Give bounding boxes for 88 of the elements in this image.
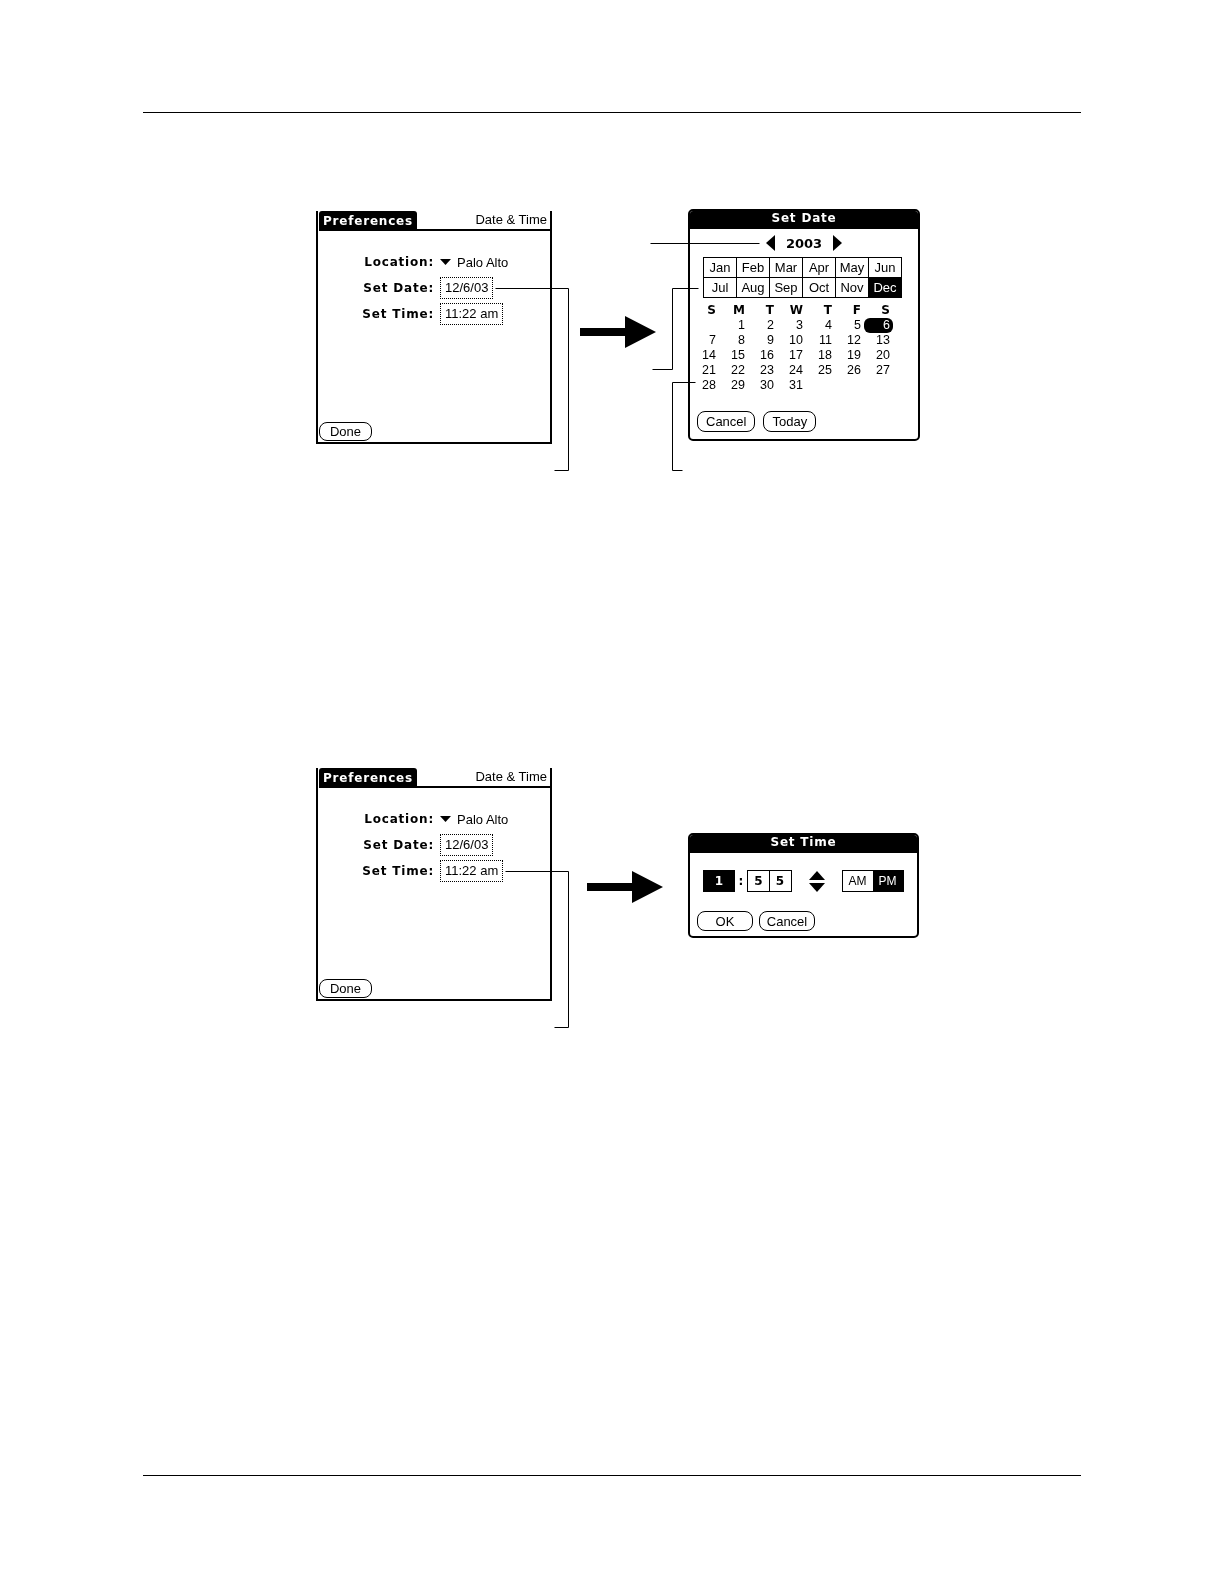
year-label: 2003 xyxy=(785,235,823,251)
month-cell[interactable]: Jun xyxy=(869,258,901,277)
done-button[interactable]: Done xyxy=(319,422,372,441)
field-label: Set Time: xyxy=(362,306,434,323)
weekday-label: S xyxy=(706,302,717,318)
day-cell[interactable]: 4 xyxy=(806,318,835,333)
field-label: Location: xyxy=(364,811,434,828)
month-cell[interactable]: May xyxy=(836,258,868,277)
day-cell[interactable]: 16 xyxy=(748,348,777,363)
month-cell[interactable]: Feb xyxy=(737,258,769,277)
time-selector[interactable]: 11:22 am xyxy=(440,303,504,325)
day-cell[interactable]: 19 xyxy=(835,348,864,363)
month-cell[interactable]: Sep xyxy=(770,278,802,297)
screen-title: Date & Time xyxy=(417,211,550,231)
screen-title: Date & Time xyxy=(417,768,550,788)
day-cell[interactable]: 11 xyxy=(806,333,835,348)
day-cell[interactable]: 29 xyxy=(719,378,748,393)
month-cell[interactable]: Nov xyxy=(836,278,868,297)
day-cell[interactable]: 27 xyxy=(864,363,893,378)
weekday-label: T xyxy=(822,302,833,318)
month-cell[interactable]: Mar xyxy=(770,258,802,277)
date-selector[interactable]: 12/6/03 xyxy=(440,834,494,856)
day-cell[interactable]: 8 xyxy=(719,333,748,348)
day-cell[interactable]: 22 xyxy=(719,363,748,378)
day-cell[interactable]: 30 xyxy=(748,378,777,393)
weekday-label: F xyxy=(851,302,862,318)
month-cell[interactable]: Jan xyxy=(704,258,736,277)
date-selector[interactable]: 12/6/03 xyxy=(440,277,494,299)
day-cell[interactable]: 18 xyxy=(806,348,835,363)
day-cell[interactable]: 5 xyxy=(835,318,864,333)
day-cell[interactable]: 25 xyxy=(806,363,835,378)
done-button[interactable]: Done xyxy=(319,979,372,998)
dialog-title: Set Date xyxy=(690,211,918,229)
day-cell[interactable]: 24 xyxy=(777,363,806,378)
down-triangle-icon xyxy=(440,816,451,822)
day-cell[interactable]: 13 xyxy=(864,333,893,348)
day-cell[interactable]: 12 xyxy=(835,333,864,348)
day-cell[interactable]: 28 xyxy=(690,378,719,393)
right-arrow-icon xyxy=(580,316,656,348)
day-cell[interactable]: 1 xyxy=(719,318,748,333)
right-arrow-icon xyxy=(587,871,663,903)
day-cell[interactable]: 14 xyxy=(690,348,719,363)
left-triangle-icon[interactable] xyxy=(765,235,775,251)
weekday-label: W xyxy=(788,302,804,318)
day-cell[interactable]: 31 xyxy=(777,378,806,393)
down-triangle-icon xyxy=(440,259,451,265)
dialog-title: Set Time xyxy=(690,835,917,853)
day-cell[interactable]: 21 xyxy=(690,363,719,378)
down-triangle-icon[interactable] xyxy=(808,882,825,892)
day-cell[interactable]: 17 xyxy=(777,348,806,363)
day-cell[interactable]: 7 xyxy=(690,333,719,348)
time-separator: : xyxy=(737,873,745,890)
minute-field[interactable]: 5 xyxy=(768,870,792,892)
day-cell[interactable]: 23 xyxy=(748,363,777,378)
popup-trigger[interactable]: Palo Alto xyxy=(440,251,509,273)
field-label: Location: xyxy=(364,254,434,271)
period-option[interactable]: AM xyxy=(842,871,873,891)
month-cell[interactable]: Aug xyxy=(737,278,769,297)
day-cell[interactable]: 26 xyxy=(835,363,864,378)
day-cell[interactable]: 6 xyxy=(864,318,893,333)
field-label: Set Date: xyxy=(363,837,434,854)
app-title-tab[interactable]: Preferences xyxy=(319,768,417,788)
day-cell[interactable]: 15 xyxy=(719,348,748,363)
month-cell[interactable]: Jul xyxy=(704,278,736,297)
month-cell[interactable]: Oct xyxy=(803,278,835,297)
day-cell[interactable]: 2 xyxy=(748,318,777,333)
cancel-button[interactable]: Cancel xyxy=(697,411,756,432)
field-label: Set Time: xyxy=(362,863,434,880)
up-triangle-icon[interactable] xyxy=(808,870,825,880)
hour-field[interactable]: 1 xyxy=(703,870,735,892)
popup-trigger[interactable]: Palo Alto xyxy=(440,808,509,830)
weekday-label: M xyxy=(732,302,746,318)
day-cell[interactable]: 3 xyxy=(777,318,806,333)
day-cell[interactable]: 10 xyxy=(777,333,806,348)
right-triangle-icon[interactable] xyxy=(833,235,843,251)
day-cell[interactable]: 9 xyxy=(748,333,777,348)
time-selector[interactable]: 11:22 am xyxy=(440,860,504,882)
field-label: Set Date: xyxy=(363,280,434,297)
today-button[interactable]: Today xyxy=(763,411,817,432)
minute-field[interactable]: 5 xyxy=(747,870,770,892)
period-option[interactable]: PM xyxy=(872,871,903,891)
cancel-button[interactable]: Cancel xyxy=(759,911,815,931)
weekday-label: S xyxy=(880,302,891,318)
app-title-tab[interactable]: Preferences xyxy=(319,211,417,231)
day-cell[interactable]: 20 xyxy=(864,348,893,363)
weekday-label: T xyxy=(764,302,775,318)
month-cell[interactable]: Apr xyxy=(803,258,835,277)
ok-button[interactable]: OK xyxy=(697,911,753,931)
